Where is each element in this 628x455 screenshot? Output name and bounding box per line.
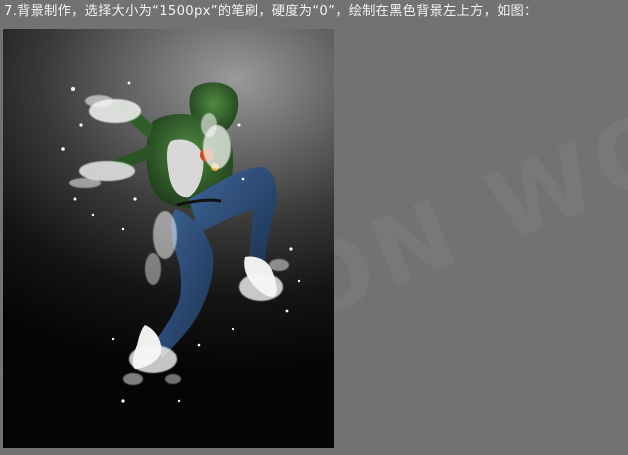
- tutorial-canvas: 7.背景制作，选择大小为“1500px”的笔刷，硬度为“0”，绘制在黑色背景左上…: [0, 0, 628, 455]
- step-caption: 7.背景制作，选择大小为“1500px”的笔刷，硬度为“0”，绘制在黑色背景左上…: [4, 4, 538, 19]
- dancer-splash-photo: [3, 29, 334, 448]
- dancer-illustration: [61, 81, 301, 403]
